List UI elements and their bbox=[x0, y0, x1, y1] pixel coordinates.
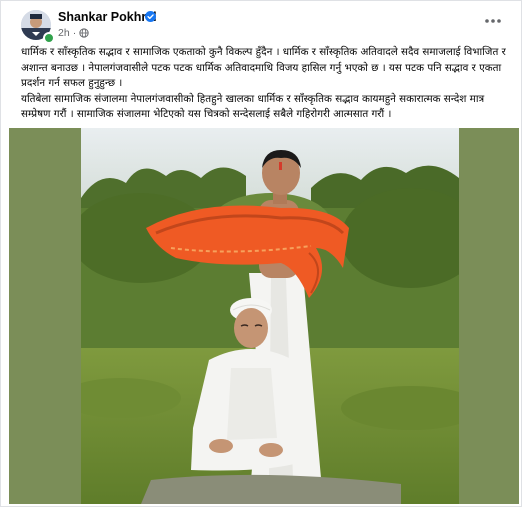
meta-separator: · bbox=[72, 27, 77, 39]
author-name[interactable]: Shankar Pokhrel bbox=[58, 10, 157, 24]
more-options-icon bbox=[485, 19, 501, 23]
post-media[interactable] bbox=[9, 128, 519, 504]
more-options-button[interactable] bbox=[481, 9, 505, 33]
post-paragraph: धार्मिक र साँस्कृतिक सद्भाव र सामाजिक एक… bbox=[21, 46, 506, 89]
post-timestamp[interactable]: 2h bbox=[58, 27, 70, 39]
post-paragraph: यतिबेला सामाजिक संजालमा नेपालगंजवासीको ह… bbox=[21, 92, 485, 121]
post-card: Shankar Pokhrel 2h · धार्मिक र साँस्कृति… bbox=[0, 0, 522, 507]
post-photo[interactable] bbox=[81, 128, 459, 504]
verified-badge-icon bbox=[145, 11, 156, 22]
post-meta: 2h · bbox=[58, 27, 89, 39]
online-status-indicator bbox=[43, 32, 55, 44]
post-body: धार्मिक र साँस्कृतिक सद्भाव र सामाजिक एक… bbox=[21, 45, 511, 123]
globe-icon[interactable] bbox=[79, 28, 89, 38]
